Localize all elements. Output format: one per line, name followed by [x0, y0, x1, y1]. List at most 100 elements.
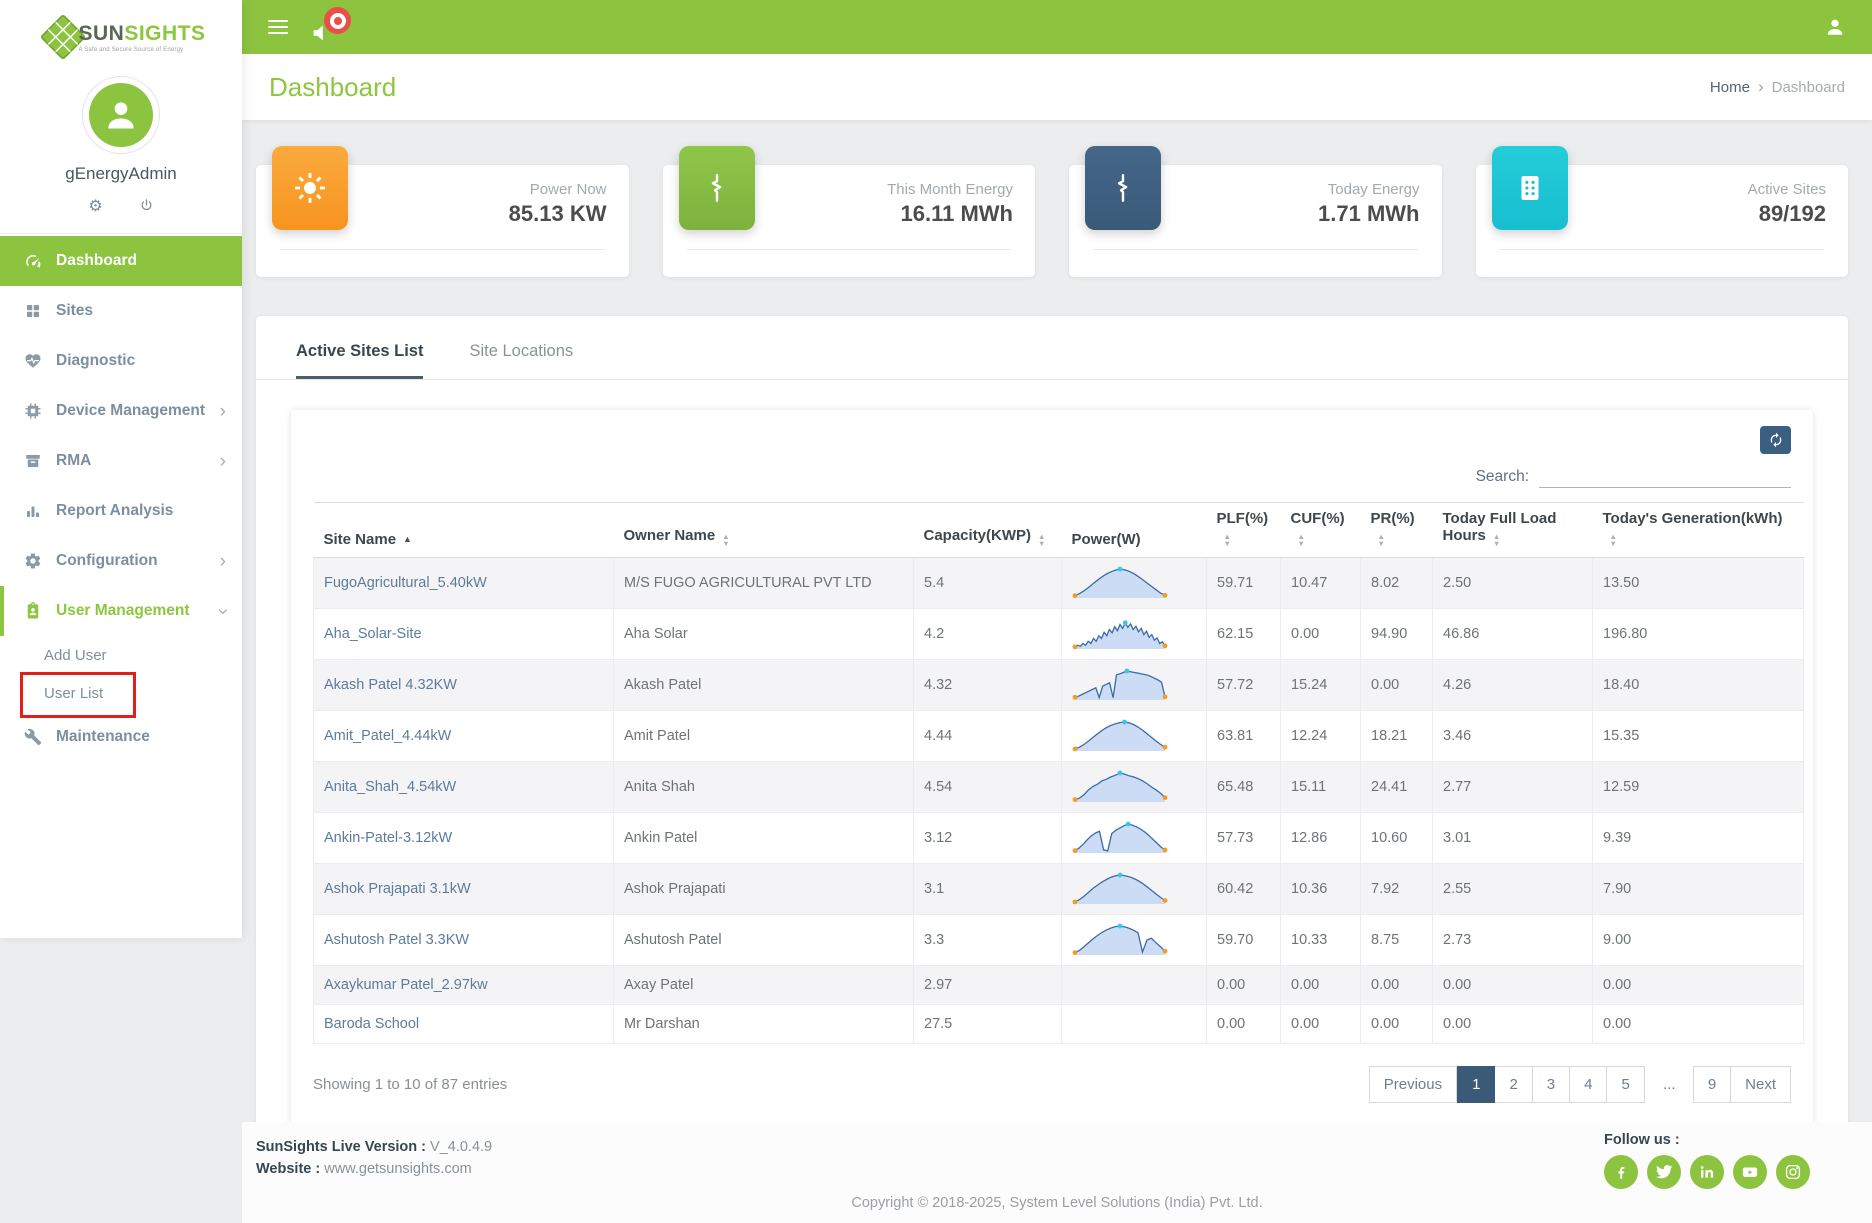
tab-active-sites-list[interactable]: Active Sites List: [296, 342, 423, 379]
search-input[interactable]: [1539, 466, 1791, 488]
site-link[interactable]: FugoAgricultural_5.40kW: [324, 575, 487, 591]
cuf-cell: 0.00: [1281, 965, 1361, 1004]
instagram-icon[interactable]: [1776, 1155, 1810, 1189]
owner-cell: Akash Patel: [614, 659, 914, 710]
full-load-cell: 3.46: [1433, 710, 1593, 761]
pr-cell: 8.75: [1361, 914, 1433, 965]
capacity-cell: 27.5: [914, 1004, 1062, 1043]
site-link[interactable]: Ashok Prajapati 3.1kW: [324, 881, 471, 897]
site-link[interactable]: Axaykumar Patel_2.97kw: [324, 977, 488, 993]
id-badge-icon: [24, 602, 42, 620]
sidebar-item-maintenance[interactable]: Maintenance: [0, 712, 242, 762]
column-header-capacity-kwp[interactable]: Capacity(KWP)▲▼: [914, 503, 1062, 558]
table-row: Axaykumar Patel_2.97kw Axay Patel 2.97 0…: [314, 965, 1804, 1004]
generation-cell: 0.00: [1593, 965, 1804, 1004]
divider: [1093, 249, 1418, 250]
sidebar-subitem-add-user[interactable]: Add User: [0, 636, 242, 674]
column-header-owner-name[interactable]: Owner Name▲▼: [614, 503, 914, 558]
power-sparkline: [1062, 863, 1207, 914]
site-link[interactable]: Ankin-Patel-3.12kW: [324, 830, 452, 846]
page-button-4[interactable]: 4: [1569, 1066, 1607, 1103]
plf-cell: 59.71: [1207, 557, 1281, 608]
site-link[interactable]: Aha_Solar-Site: [324, 626, 422, 642]
announcement-icon[interactable]: [310, 7, 356, 47]
plf-cell: 59.70: [1207, 914, 1281, 965]
sidebar-item-user-management[interactable]: User Management ›: [0, 586, 242, 636]
sort-icon: ▲▼: [1224, 534, 1231, 548]
column-header-pr[interactable]: PR(%)▲▼: [1361, 503, 1433, 558]
sidebar-item-dashboard[interactable]: Dashboard: [0, 236, 242, 286]
divider: [1500, 249, 1825, 250]
next-page-button[interactable]: Next: [1730, 1066, 1791, 1103]
cuf-cell: 12.24: [1281, 710, 1361, 761]
pr-cell: 8.02: [1361, 557, 1433, 608]
chevron-down-icon: ›: [213, 608, 232, 614]
site-link[interactable]: Amit_Patel_4.44kW: [324, 728, 451, 744]
gear-icon: [24, 552, 42, 570]
owner-cell: Anita Shah: [614, 761, 914, 812]
pagination-ellipsis: ...: [1651, 1066, 1688, 1103]
power-sparkline: [1062, 761, 1207, 812]
sidebar-item-rma[interactable]: RMA ›: [0, 436, 242, 486]
sidebar-item-sites[interactable]: Sites: [0, 286, 242, 336]
site-link[interactable]: Baroda School: [324, 1016, 419, 1032]
column-header-power-w[interactable]: Power(W): [1062, 503, 1207, 558]
user-account-icon[interactable]: [1824, 16, 1846, 38]
full-load-cell: 46.86: [1433, 608, 1593, 659]
plf-cell: 0.00: [1207, 1004, 1281, 1043]
sort-icon: ▲▼: [1493, 534, 1500, 548]
page-button-9[interactable]: 9: [1693, 1066, 1731, 1103]
column-header-plf[interactable]: PLF(%)▲▼: [1207, 503, 1281, 558]
plf-cell: 62.15: [1207, 608, 1281, 659]
page-button-5[interactable]: 5: [1606, 1066, 1644, 1103]
refresh-button[interactable]: [1760, 426, 1791, 454]
entries-summary: Showing 1 to 10 of 87 entries: [313, 1076, 507, 1093]
power-sparkline: [1062, 710, 1207, 761]
youtube-icon[interactable]: [1733, 1155, 1767, 1189]
brand-logo: SUNSIGHTS A Safe and Secure Source of En…: [0, 0, 242, 64]
archive-icon: [24, 452, 42, 470]
facebook-icon[interactable]: [1604, 1155, 1638, 1189]
column-header-site-name[interactable]: Site Name▲: [314, 503, 614, 558]
generation-cell: 9.39: [1593, 812, 1804, 863]
table-row: Ashok Prajapati 3.1kW Ashok Prajapati 3.…: [314, 863, 1804, 914]
site-link[interactable]: Ashutosh Patel 3.3KW: [324, 932, 469, 948]
page-button-1[interactable]: 1: [1457, 1066, 1495, 1103]
title-bar: Dashboard Home › Dashboard: [242, 54, 1872, 120]
page-button-3[interactable]: 3: [1532, 1066, 1570, 1103]
tab-site-locations[interactable]: Site Locations: [469, 342, 573, 379]
sidebar-subitem-user-list[interactable]: User List: [0, 674, 242, 712]
previous-page-button[interactable]: Previous: [1369, 1066, 1457, 1103]
sidebar-item-report-analysis[interactable]: Report Analysis: [0, 486, 242, 536]
brand-name: SUNSIGHTS: [78, 22, 205, 46]
settings-gear-icon[interactable]: ⚙: [88, 196, 102, 215]
sidebar-item-diagnostic[interactable]: Diagnostic: [0, 336, 242, 386]
pagination: Previous 12345...9 Next: [1369, 1066, 1791, 1103]
stat-label: Today Energy: [1318, 181, 1419, 198]
table-row: Ankin-Patel-3.12kW Ankin Patel 3.12 57.7…: [314, 812, 1804, 863]
hamburger-menu-icon[interactable]: [268, 16, 288, 38]
table-row: Amit_Patel_4.44kW Amit Patel 4.44 63.81 …: [314, 710, 1804, 761]
site-link[interactable]: Anita_Shah_4.54kW: [324, 779, 456, 795]
stat-label: This Month Energy: [887, 181, 1013, 198]
grid-icon: [24, 302, 42, 320]
page-title: Dashboard: [269, 72, 396, 103]
website-link[interactable]: www.getsunsights.com: [324, 1161, 471, 1177]
capacity-cell: 3.1: [914, 863, 1062, 914]
site-link[interactable]: Akash Patel 4.32KW: [324, 677, 457, 693]
cuf-cell: 10.47: [1281, 557, 1361, 608]
twitter-icon[interactable]: [1647, 1155, 1681, 1189]
brand-tagline: A Safe and Secure Source of Energy: [78, 47, 205, 53]
pr-cell: 0.00: [1361, 1004, 1433, 1043]
column-header-today-full-load-hours[interactable]: Today Full Load Hours▲▼: [1433, 503, 1593, 558]
linkedin-icon[interactable]: [1690, 1155, 1724, 1189]
stat-value: 16.11 MWh: [887, 201, 1013, 227]
sidebar-item-device-management[interactable]: Device Management ›: [0, 386, 242, 436]
logout-power-icon[interactable]: [139, 198, 154, 213]
stat-card-active-sites: Active Sites 89/192: [1476, 165, 1849, 277]
column-header-today-s-generation-kwh[interactable]: Today's Generation(kWh)▲▼: [1593, 503, 1804, 558]
page-button-2[interactable]: 2: [1494, 1066, 1532, 1103]
breadcrumb-home-link[interactable]: Home: [1710, 79, 1750, 96]
sidebar-item-configuration[interactable]: Configuration ›: [0, 536, 242, 586]
column-header-cuf[interactable]: CUF(%)▲▼: [1281, 503, 1361, 558]
